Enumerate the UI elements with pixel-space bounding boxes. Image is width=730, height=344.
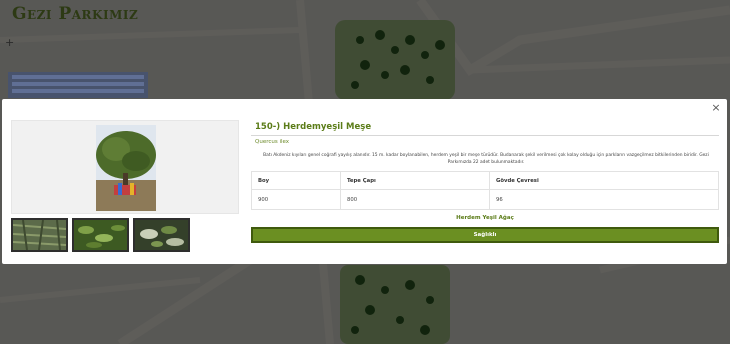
tree-detail-modal: × 150-) Herdemyeşil Meşe Quercus ilex Ba… (2, 99, 727, 264)
latin-name: Quercus ilex (255, 139, 290, 145)
header-crown-diameter: Tepe Çapı (340, 171, 490, 190)
value-trunk-circumference: 96 (489, 189, 719, 210)
main-photo-frame (11, 120, 239, 214)
header-trunk-circumference: Gövde Çevresi (489, 171, 719, 190)
tree-description: Batı Akdeniz kıyıları genel coğrafi yayı… (263, 153, 709, 165)
value-height: 900 (251, 189, 341, 210)
tree-photo[interactable] (96, 125, 156, 211)
measurements-table: Boy Tepe Çapı Gövde Çevresi 900 800 96 (251, 171, 719, 210)
table-header-row: Boy Tepe Çapı Gövde Çevresi (251, 171, 719, 190)
thumbnail-leaves[interactable] (72, 218, 129, 252)
plus-icon[interactable]: + (5, 37, 15, 48)
health-status-button[interactable]: Sağlıklı (251, 227, 719, 243)
thumbnail-bark[interactable] (11, 218, 68, 252)
title-divider (251, 135, 719, 136)
tree-category: Herdem Yeşil Ağaç (456, 215, 514, 221)
table-row: 900 800 96 (251, 189, 719, 210)
info-panel (8, 72, 148, 98)
thumbnail-strip (11, 218, 191, 252)
tree-title: 150-) Herdemyeşil Meşe (255, 122, 372, 132)
site-title: Gezi Parkımız (12, 4, 139, 24)
close-icon[interactable]: × (710, 102, 722, 114)
value-crown-diameter: 800 (340, 189, 490, 210)
header-height: Boy (251, 171, 341, 190)
thumbnail-acorns[interactable] (133, 218, 190, 252)
